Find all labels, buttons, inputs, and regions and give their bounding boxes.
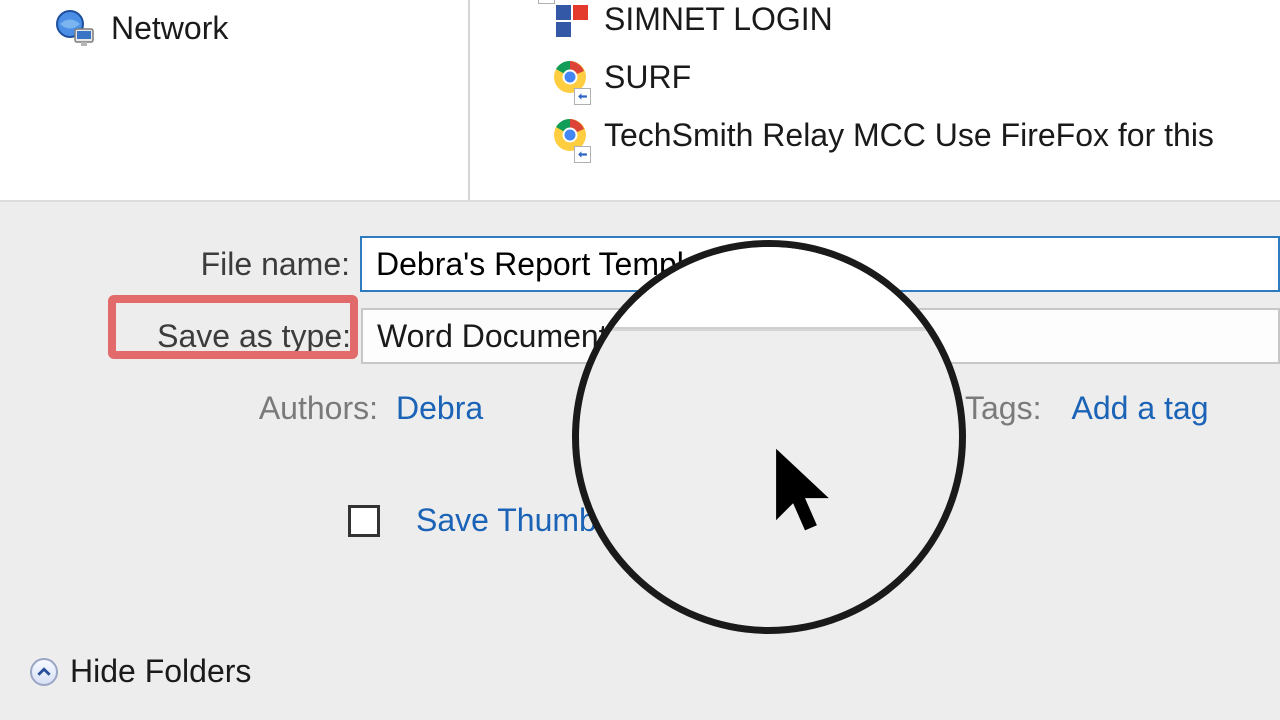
save-dialog: Network SIMNET LOGIN xyxy=(0,0,1280,720)
savetype-select[interactable]: Word Document xyxy=(361,308,1280,364)
save-thumbnail-label[interactable]: Save Thumbnail xyxy=(398,502,647,539)
tags-row: Tags: Add a tag xyxy=(965,390,1208,427)
file-row[interactable]: SIMNET LOGIN xyxy=(472,0,1280,48)
file-name: SIMNET LOGIN xyxy=(604,1,833,38)
save-options-panel: File name: Save as type: Word Document A… xyxy=(0,200,1280,720)
chrome-icon xyxy=(552,117,588,153)
nav-item-network[interactable]: Network xyxy=(55,7,228,49)
save-thumbnail-row: Save Thumbnail xyxy=(348,502,647,539)
navigation-pane: Network xyxy=(0,0,470,200)
tags-value[interactable]: Add a tag xyxy=(1053,390,1208,427)
authors-value[interactable]: Debra xyxy=(378,390,483,427)
tags-label: Tags: xyxy=(965,390,1053,427)
authors-label: Authors: xyxy=(218,390,378,427)
savetype-label: Save as type: xyxy=(138,318,361,355)
file-row[interactable]: SURF xyxy=(472,48,1280,106)
filename-input[interactable] xyxy=(360,236,1280,292)
file-name: SURF xyxy=(604,59,691,96)
file-list: SIMNET LOGIN SURF xyxy=(472,0,1280,164)
file-browser-area: Network SIMNET LOGIN xyxy=(0,0,1280,200)
file-row[interactable]: TechSmith Relay MCC Use FireFox for this xyxy=(472,106,1280,164)
nav-item-label: Network xyxy=(111,10,228,47)
network-icon xyxy=(55,7,97,49)
hide-folders-label: Hide Folders xyxy=(70,653,251,690)
filename-label: File name: xyxy=(185,246,360,283)
file-name: TechSmith Relay MCC Use FireFox for this xyxy=(604,117,1214,154)
savetype-row: Save as type: Word Document xyxy=(138,308,1280,364)
app-tile-icon xyxy=(552,1,588,37)
chrome-icon xyxy=(552,59,588,95)
hide-folders-button[interactable]: Hide Folders xyxy=(30,653,251,690)
chevron-up-icon xyxy=(30,658,58,686)
savetype-value: Word Document xyxy=(377,318,608,355)
authors-row: Authors: Debra xyxy=(218,390,483,427)
filename-row: File name: xyxy=(185,236,1280,292)
save-thumbnail-checkbox[interactable] xyxy=(348,505,380,537)
